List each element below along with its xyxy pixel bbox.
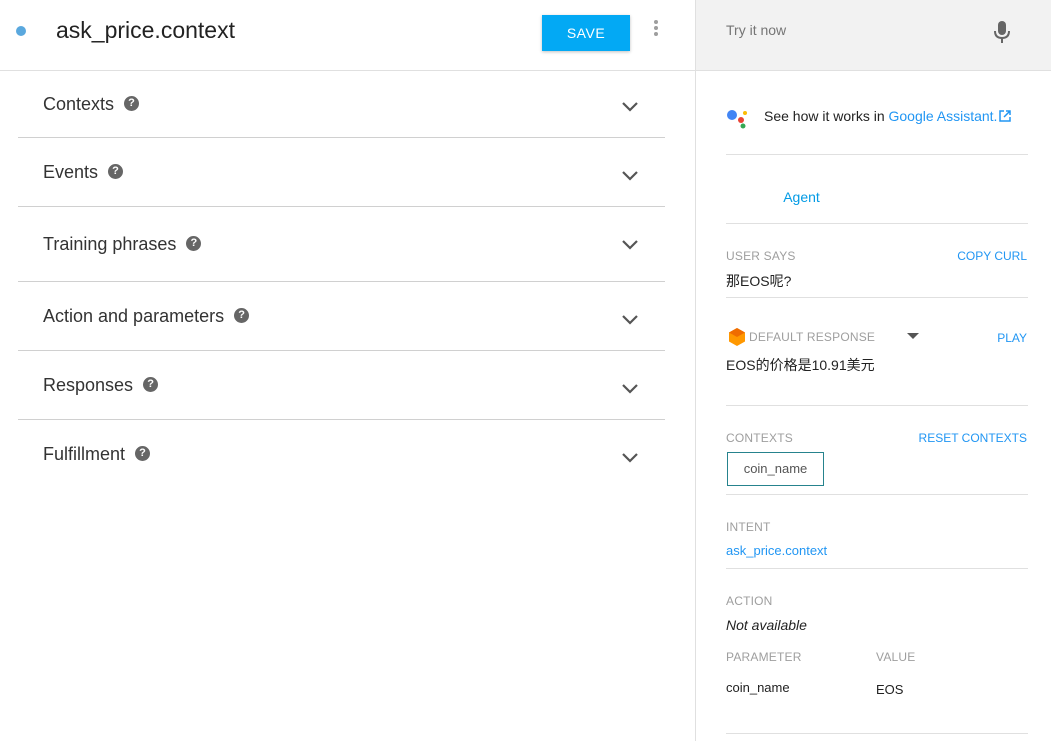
parameter-value: EOS — [876, 682, 904, 697]
google-assistant-row: See how it works in Google Assistant. — [726, 105, 1028, 155]
mic-icon[interactable] — [992, 20, 1012, 44]
section-label: Action and parameters — [43, 306, 225, 326]
section-action-parameters[interactable]: Action and parameters? — [18, 282, 665, 351]
section-training-phrases[interactable]: Training phrases? — [18, 207, 665, 282]
help-icon[interactable]: ? — [108, 163, 124, 179]
section-label: Fulfillment — [43, 444, 126, 464]
section-label: Contexts — [43, 94, 115, 114]
chevron-down-icon[interactable] — [620, 378, 640, 398]
action-value: Not available — [726, 617, 807, 633]
section-fulfillment[interactable]: Fulfillment? — [18, 420, 665, 490]
tabs-divider — [726, 223, 1028, 224]
section-label: Responses — [43, 375, 134, 395]
save-button[interactable]: SAVE — [542, 15, 630, 51]
external-link-icon[interactable] — [999, 110, 1012, 122]
default-response-label: DEFAULT RESPONSE — [749, 330, 876, 344]
parameter-name: coin_name — [726, 680, 790, 695]
try-it-bar — [696, 0, 1051, 71]
intent-editor: ask_price.context SAVE Contexts? Events?… — [0, 0, 695, 741]
caret-down-icon[interactable] — [907, 333, 919, 339]
intent-label: INTENT — [726, 520, 771, 534]
section-contexts[interactable]: Contexts? — [18, 71, 665, 138]
section-events[interactable]: Events? — [18, 138, 665, 207]
reset-contexts-button[interactable]: RESET CONTEXTS — [919, 431, 1027, 445]
chevron-down-icon[interactable] — [620, 447, 640, 467]
play-button[interactable]: PLAY — [997, 331, 1027, 345]
help-icon[interactable]: ? — [124, 95, 140, 111]
help-icon[interactable]: ? — [135, 445, 151, 461]
divider — [726, 297, 1028, 298]
try-it-input[interactable] — [726, 22, 986, 38]
divider — [726, 568, 1028, 569]
user-says-label: USER SAYS — [726, 249, 796, 263]
copy-curl-button[interactable]: COPY CURL — [957, 249, 1027, 263]
status-dot-icon — [16, 26, 26, 36]
chevron-down-icon[interactable] — [620, 309, 640, 329]
chevron-down-icon[interactable] — [620, 96, 640, 116]
dialogflow-icon — [729, 328, 745, 346]
google-assistant-link[interactable]: Google Assistant. — [889, 108, 998, 124]
action-label: ACTION — [726, 594, 773, 608]
help-icon[interactable]: ? — [186, 235, 202, 251]
google-assistant-icon — [727, 110, 747, 129]
context-chip[interactable]: coin_name — [727, 452, 824, 486]
user-says-value: 那EOS呢? — [726, 273, 792, 289]
contexts-label: CONTEXTS — [726, 431, 793, 445]
chevron-down-icon[interactable] — [620, 234, 640, 254]
divider — [726, 733, 1028, 734]
divider — [726, 494, 1028, 495]
response-value: EOS的价格是10.91美元 — [726, 357, 875, 373]
assistant-text: See how it works in — [764, 108, 889, 124]
section-responses[interactable]: Responses? — [18, 351, 665, 420]
divider — [726, 405, 1028, 406]
tab-agent[interactable]: Agent — [726, 175, 877, 224]
intent-header: ask_price.context SAVE — [0, 0, 695, 71]
chevron-down-icon[interactable] — [620, 165, 640, 185]
intent-title[interactable]: ask_price.context — [56, 16, 235, 44]
help-icon[interactable]: ? — [234, 307, 250, 323]
more-vert-icon[interactable] — [648, 18, 664, 42]
value-header: VALUE — [876, 650, 916, 664]
section-label: Events — [43, 162, 99, 182]
help-icon[interactable]: ? — [143, 376, 159, 392]
intent-link[interactable]: ask_price.context — [726, 543, 827, 558]
parameter-header: PARAMETER — [726, 650, 802, 664]
test-console: See how it works in Google Assistant. Ag… — [695, 0, 1051, 741]
section-label: Training phrases — [43, 234, 177, 254]
